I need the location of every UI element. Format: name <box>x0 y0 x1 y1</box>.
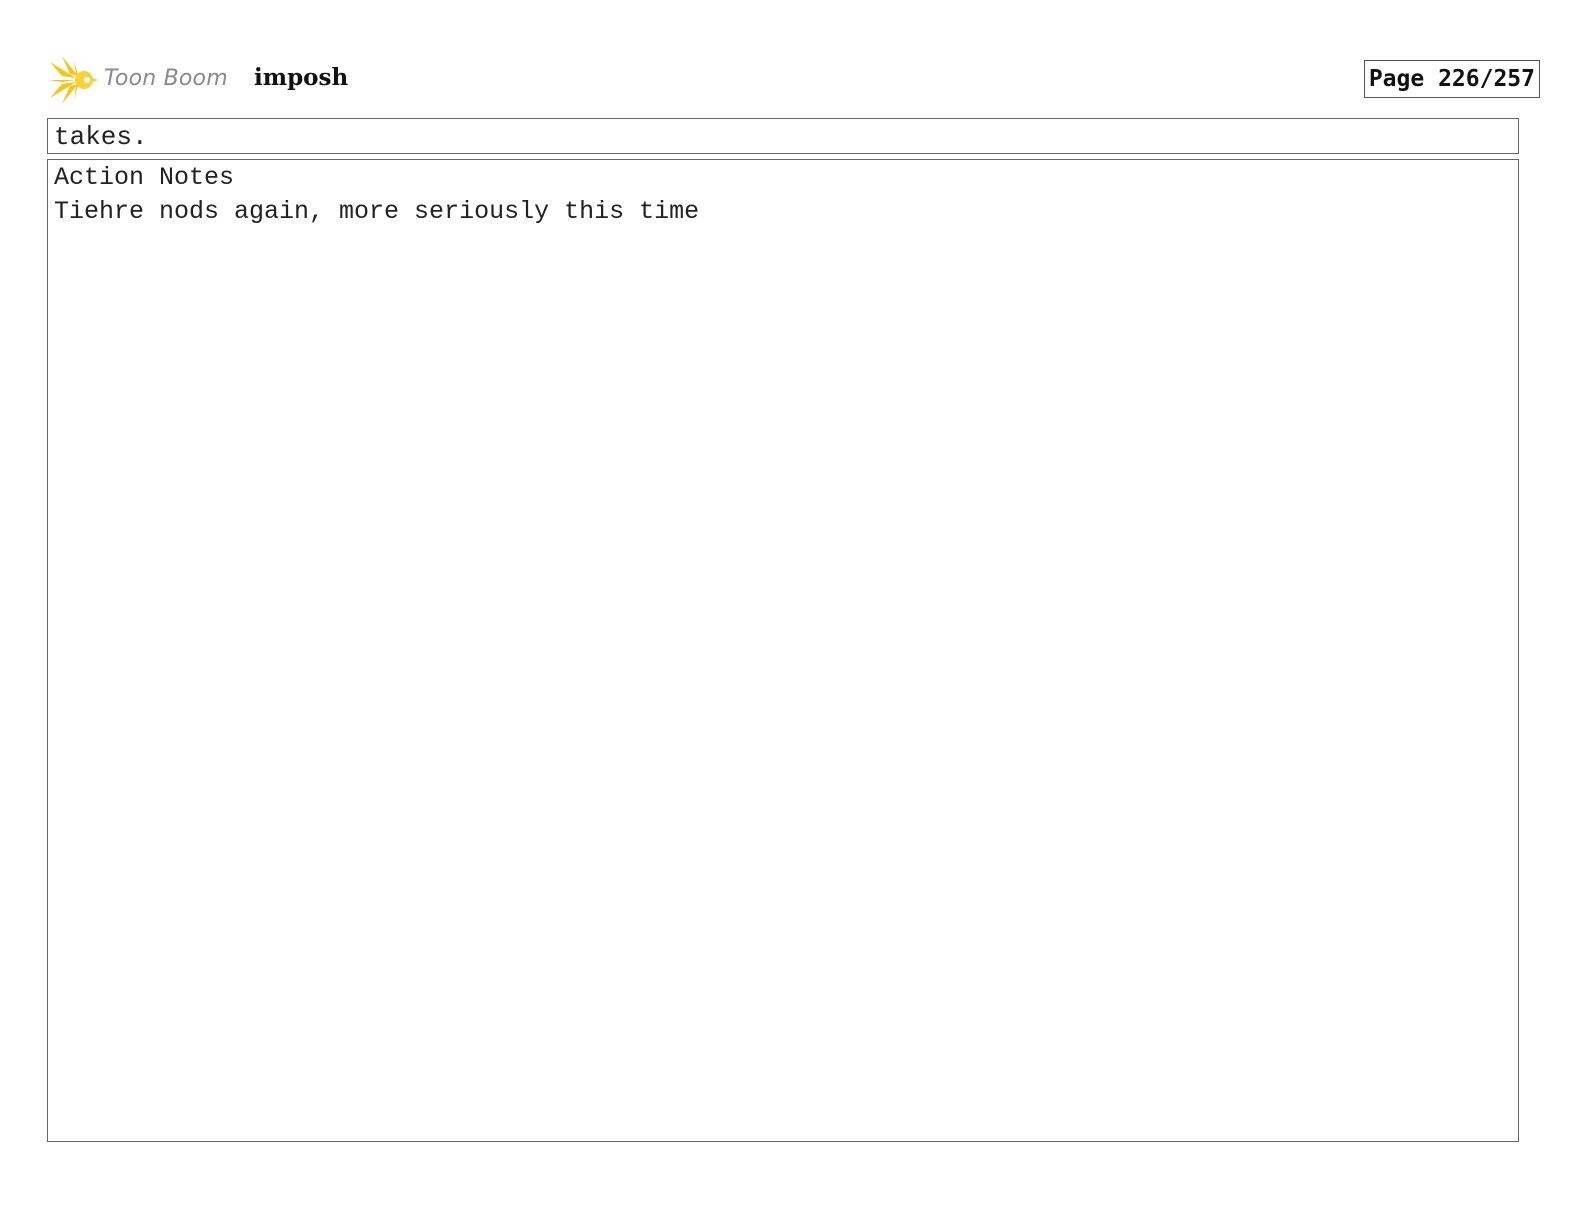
page-header: Toon Boom imposh Page 226/257 <box>48 54 1540 106</box>
action-notes-panel: Action Notes Tiehre nods again, more ser… <box>47 159 1519 1142</box>
starburst-icon <box>48 56 98 104</box>
page-number: Page 226/257 <box>1363 60 1540 98</box>
dialogue-panel: takes. <box>47 118 1519 154</box>
action-notes-label: Action Notes <box>54 163 235 192</box>
toon-boom-logo: Toon Boom <box>48 54 288 106</box>
dialogue-text: takes. <box>54 122 148 152</box>
logo-text: Toon Boom <box>104 66 228 91</box>
action-notes-text: Tiehre nods again, more seriously this t… <box>54 197 700 226</box>
project-name: imposh <box>254 64 349 91</box>
